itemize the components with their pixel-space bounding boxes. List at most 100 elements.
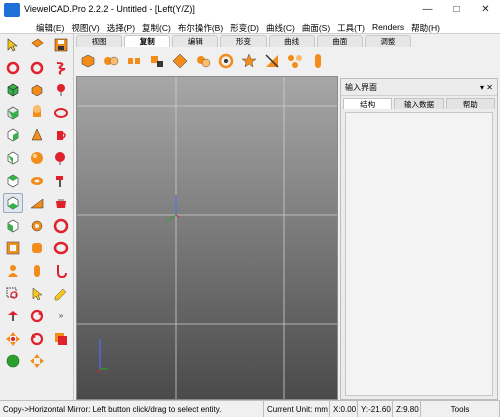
left-toolbar: » bbox=[0, 34, 74, 400]
minimize-button[interactable]: — bbox=[413, 0, 442, 18]
copy-linear-icon[interactable] bbox=[124, 51, 144, 71]
menu-select[interactable]: 选择(P) bbox=[107, 22, 135, 34]
torus-icon[interactable] bbox=[27, 171, 47, 191]
status-y: Y:-21.60 bbox=[358, 401, 393, 417]
menu-help[interactable]: 帮助(H) bbox=[411, 22, 440, 34]
title-bar: ViewelCAD.Pro 2.2.2 - Untitled - [Left(Y… bbox=[0, 0, 500, 34]
redo-icon[interactable] bbox=[27, 58, 47, 78]
panel-header: 输入界面 ▾ ✕ bbox=[341, 79, 497, 96]
status-unit: Current Unit: mm bbox=[264, 401, 330, 417]
window-title: ViewelCAD.Pro 2.2.2 - Untitled - [Left(Y… bbox=[24, 4, 195, 14]
window-controls: — □ ✕ bbox=[413, 0, 500, 18]
person-icon[interactable] bbox=[3, 261, 23, 281]
save-icon[interactable] bbox=[51, 35, 71, 55]
layers-icon[interactable] bbox=[51, 329, 71, 349]
spin-icon[interactable] bbox=[27, 329, 47, 349]
spring-icon[interactable] bbox=[51, 58, 71, 78]
cube-outline-icon[interactable] bbox=[3, 125, 23, 145]
tab-surface[interactable]: 曲面 bbox=[316, 35, 363, 47]
status-z: Z:9.80 bbox=[393, 401, 421, 417]
mirror-icon[interactable] bbox=[262, 51, 282, 71]
copy-circle-icon[interactable] bbox=[216, 51, 236, 71]
tab-adjust[interactable]: 调整 bbox=[364, 35, 411, 47]
copy-rotate-icon[interactable] bbox=[193, 51, 213, 71]
pipe-icon[interactable] bbox=[27, 261, 47, 281]
input-panel: 输入界面 ▾ ✕ 结构 输入数据 帮助 bbox=[340, 78, 498, 400]
axis-gizmo-icon bbox=[98, 339, 108, 374]
copy-polar-icon[interactable] bbox=[170, 51, 190, 71]
pencil-icon[interactable] bbox=[51, 284, 71, 304]
status-bar: Copy->Horizontal Mirror: Left button cli… bbox=[0, 400, 500, 417]
cone-icon[interactable] bbox=[27, 125, 47, 145]
donut-icon[interactable] bbox=[51, 216, 71, 236]
copy-star-icon[interactable] bbox=[239, 51, 259, 71]
cube-green-icon[interactable] bbox=[3, 80, 23, 100]
copy-path-icon[interactable] bbox=[308, 51, 328, 71]
menu-edit[interactable]: 编辑(E) bbox=[36, 22, 64, 34]
box-orange-icon[interactable] bbox=[27, 80, 47, 100]
tab-edit[interactable]: 编辑 bbox=[172, 35, 219, 47]
copy-scatter-icon[interactable] bbox=[285, 51, 305, 71]
expand-icon[interactable] bbox=[27, 351, 47, 371]
slider-chev-icon[interactable]: » bbox=[51, 306, 71, 326]
sphere-orange-icon[interactable] bbox=[27, 148, 47, 168]
panel-body bbox=[345, 112, 493, 396]
gear-icon[interactable] bbox=[27, 216, 47, 236]
hook-icon[interactable] bbox=[51, 261, 71, 281]
zoom-window-icon[interactable] bbox=[3, 284, 23, 304]
hammer-icon[interactable] bbox=[51, 171, 71, 191]
viewport-left-yz[interactable] bbox=[76, 76, 338, 400]
tab-structure[interactable]: 结构 bbox=[343, 98, 393, 109]
undo-icon[interactable] bbox=[3, 58, 23, 78]
loop-icon[interactable] bbox=[51, 238, 71, 258]
pot-icon[interactable] bbox=[51, 193, 71, 213]
tab-copy[interactable]: 复制 bbox=[124, 35, 171, 47]
rotate-icon[interactable] bbox=[27, 306, 47, 326]
panel-pin-close[interactable]: ▾ ✕ bbox=[480, 83, 493, 92]
pointer-icon[interactable] bbox=[27, 284, 47, 304]
tab-curve[interactable]: 曲线 bbox=[268, 35, 315, 47]
status-message: Copy->Horizontal Mirror: Left button cli… bbox=[0, 401, 264, 417]
cube-face-icon[interactable] bbox=[3, 171, 23, 191]
tab-help[interactable]: 帮助 bbox=[445, 98, 495, 109]
copy-grid-icon[interactable] bbox=[147, 51, 167, 71]
wedge-icon[interactable] bbox=[27, 193, 47, 213]
menu-deform[interactable]: 形变(D) bbox=[230, 22, 259, 34]
menu-tools[interactable]: 工具(T) bbox=[337, 22, 365, 34]
tab-view[interactable]: 视图 bbox=[76, 35, 123, 47]
maximize-button[interactable]: □ bbox=[442, 0, 471, 18]
menu-view[interactable]: 视图(V) bbox=[71, 22, 99, 34]
menu-bar: 编辑(E) 视图(V) 选择(P) 复制(C) 布尔操作(B) 形变(D) 曲线… bbox=[36, 22, 440, 34]
copy-pair-icon[interactable] bbox=[101, 51, 121, 71]
ribbon-tabs: 视图 复制 编辑 形变 曲线 曲面 调整 bbox=[76, 35, 411, 48]
select-arrow-icon[interactable] bbox=[3, 35, 23, 55]
cube-active-icon[interactable] bbox=[3, 193, 23, 214]
cube-side-icon[interactable] bbox=[3, 216, 23, 236]
head-icon[interactable] bbox=[51, 148, 71, 168]
tab-deform[interactable]: 形变 bbox=[220, 35, 267, 47]
status-x: X:0.00 bbox=[330, 401, 358, 417]
cube-wire-icon[interactable] bbox=[3, 148, 23, 168]
copy-box-icon[interactable] bbox=[78, 51, 98, 71]
cylinder-icon[interactable] bbox=[27, 103, 47, 123]
tube-icon[interactable] bbox=[27, 238, 47, 258]
panel-tabs: 结构 输入数据 帮助 bbox=[341, 96, 497, 109]
ribbon-iconbar bbox=[76, 49, 410, 73]
grid-frame-icon[interactable] bbox=[3, 238, 23, 258]
orange-block-icon[interactable] bbox=[27, 35, 47, 55]
close-button[interactable]: ✕ bbox=[471, 0, 500, 18]
menu-boolean[interactable]: 布尔操作(B) bbox=[178, 22, 223, 34]
lamp-icon[interactable] bbox=[3, 306, 23, 326]
menu-surface[interactable]: 曲面(S) bbox=[302, 22, 330, 34]
sphere-green-icon[interactable] bbox=[3, 351, 23, 371]
tab-input-data[interactable]: 输入数据 bbox=[394, 98, 444, 109]
origin-axis-icon bbox=[165, 195, 180, 223]
menu-copy[interactable]: 复制(C) bbox=[142, 22, 171, 34]
balloon-icon[interactable] bbox=[51, 80, 71, 100]
menu-renders[interactable]: Renders bbox=[372, 22, 404, 34]
menu-curve[interactable]: 曲线(C) bbox=[266, 22, 295, 34]
cube-shaded-icon[interactable] bbox=[3, 103, 23, 123]
mug-icon[interactable] bbox=[51, 125, 71, 145]
move-icon[interactable] bbox=[3, 329, 23, 349]
ring-icon[interactable] bbox=[51, 103, 71, 123]
